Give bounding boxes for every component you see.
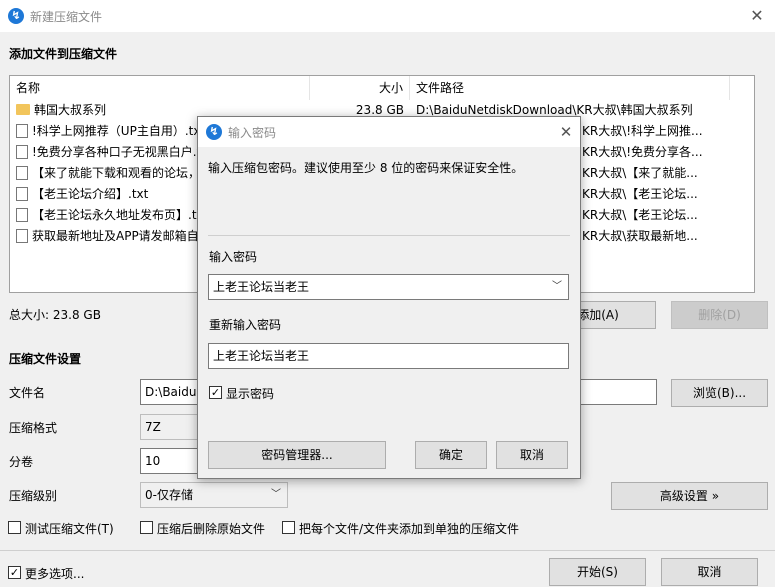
- chevron-down-icon: ﹀: [271, 489, 281, 500]
- file-icon: [16, 229, 28, 243]
- window-title: 新建压缩文件: [30, 10, 103, 24]
- row-path: KR大叔\【老王论坛...: [582, 208, 698, 222]
- file-icon: [16, 208, 28, 222]
- level-select-value: 0-仅存储: [145, 488, 193, 502]
- column-header-path[interactable]: 文件路径: [410, 76, 730, 100]
- row-path: KR大叔\!科学上网推...: [582, 124, 703, 138]
- password-history-chevron-icon[interactable]: ﹀: [552, 275, 562, 299]
- test-archive-checkbox[interactable]: [8, 521, 21, 534]
- row-name-text: 韩国大叔系列: [34, 103, 107, 117]
- test-archive-label[interactable]: 测试压缩文件(T): [25, 520, 114, 537]
- dialog-app-icon: ↯: [206, 124, 222, 140]
- dialog-ok-button[interactable]: 确定: [415, 441, 487, 469]
- password-dialog: ↯ 输入密码 ✕ 输入压缩包密码。建议使用至少 8 位的密码来保证安全性。 输入…: [197, 116, 581, 479]
- dialog-title: 输入密码: [228, 126, 277, 140]
- row-name-text: 【老王论坛永久地址发布页】.txt: [32, 208, 209, 222]
- row-path: KR大叔\【来了就能...: [582, 166, 698, 180]
- add-files-section-label: 添加文件到压缩文件: [9, 47, 118, 61]
- file-icon: [16, 187, 28, 201]
- advanced-settings-button[interactable]: 高级设置 »: [611, 482, 768, 510]
- column-header-size[interactable]: 大小: [310, 76, 410, 100]
- row-path: KR大叔\!免费分享各...: [582, 145, 703, 159]
- dialog-description-area: 输入压缩包密码。建议使用至少 8 位的密码来保证安全性。: [198, 147, 580, 237]
- show-password-checkbox[interactable]: ✓: [209, 386, 222, 399]
- dialog-title-bar: ↯ 输入密码 ✕: [198, 117, 580, 147]
- file-icon: [16, 124, 28, 138]
- file-icon: [16, 166, 28, 180]
- more-options-label[interactable]: 更多选项...: [25, 565, 84, 582]
- level-label: 压缩级别: [9, 489, 58, 503]
- file-icon: [16, 145, 28, 159]
- more-options-checkbox[interactable]: ✓: [8, 566, 21, 579]
- folder-icon: [16, 104, 30, 115]
- window-close-button[interactable]: ✕: [745, 4, 769, 28]
- delete-after-checkbox[interactable]: [140, 521, 153, 534]
- title-bar: ↯ 新建压缩文件 ✕: [0, 0, 775, 32]
- delete-after-label[interactable]: 压缩后删除原始文件: [157, 520, 265, 537]
- dialog-description: 输入压缩包密码。建议使用至少 8 位的密码来保证安全性。: [208, 161, 524, 175]
- reenter-password-input[interactable]: 上老王论坛当老王: [208, 343, 569, 369]
- footer-divider: [0, 550, 775, 551]
- row-name-text: 【老王论坛介绍】.txt: [32, 187, 149, 201]
- column-header-name[interactable]: 名称: [10, 76, 310, 100]
- password-label: 输入密码: [209, 250, 258, 264]
- dialog-divider: [208, 235, 570, 236]
- reenter-password-label: 重新输入密码: [209, 318, 282, 332]
- start-button[interactable]: 开始(S): [549, 558, 646, 586]
- volume-input[interactable]: 10: [140, 448, 200, 474]
- archive-settings-label: 压缩文件设置: [9, 352, 82, 366]
- row-path: KR大叔\【老王论坛...: [582, 187, 698, 201]
- row-name-text: !科学上网推荐（UP主自用）.txt: [32, 124, 206, 138]
- level-select[interactable]: 0-仅存储 ﹀: [140, 482, 288, 508]
- dialog-cancel-button[interactable]: 取消: [496, 441, 568, 469]
- separate-archives-checkbox[interactable]: [282, 521, 295, 534]
- password-manager-button[interactable]: 密码管理器...: [208, 441, 386, 469]
- volume-label: 分卷: [9, 455, 34, 469]
- delete-button[interactable]: 删除(D): [671, 301, 768, 329]
- password-input[interactable]: 上老王论坛当老王 ﹀: [208, 274, 569, 300]
- password-value: 上老王论坛当老王: [213, 280, 310, 294]
- format-select[interactable]: 7Z: [140, 414, 200, 440]
- show-password-label[interactable]: 显示密码: [226, 385, 274, 402]
- app-logo-icon: ↯: [8, 8, 24, 24]
- filename-label: 文件名: [9, 386, 46, 400]
- dialog-close-button[interactable]: ✕: [554, 120, 578, 144]
- separate-archives-label[interactable]: 把每个文件/文件夹添加到单独的压缩文件: [299, 520, 519, 537]
- total-size-label: 总大小: 23.8 GB: [9, 308, 101, 322]
- cancel-main-button[interactable]: 取消: [661, 558, 758, 586]
- row-path: KR大叔\获取最新地...: [582, 229, 698, 243]
- row-name-text: !免费分享各种口子无视黑白户.txt: [32, 145, 214, 159]
- browse-button[interactable]: 浏览(B)...: [671, 379, 768, 407]
- format-label: 压缩格式: [9, 421, 58, 435]
- row-name-text: 【来了就能下载和观看的论坛，: [32, 166, 201, 180]
